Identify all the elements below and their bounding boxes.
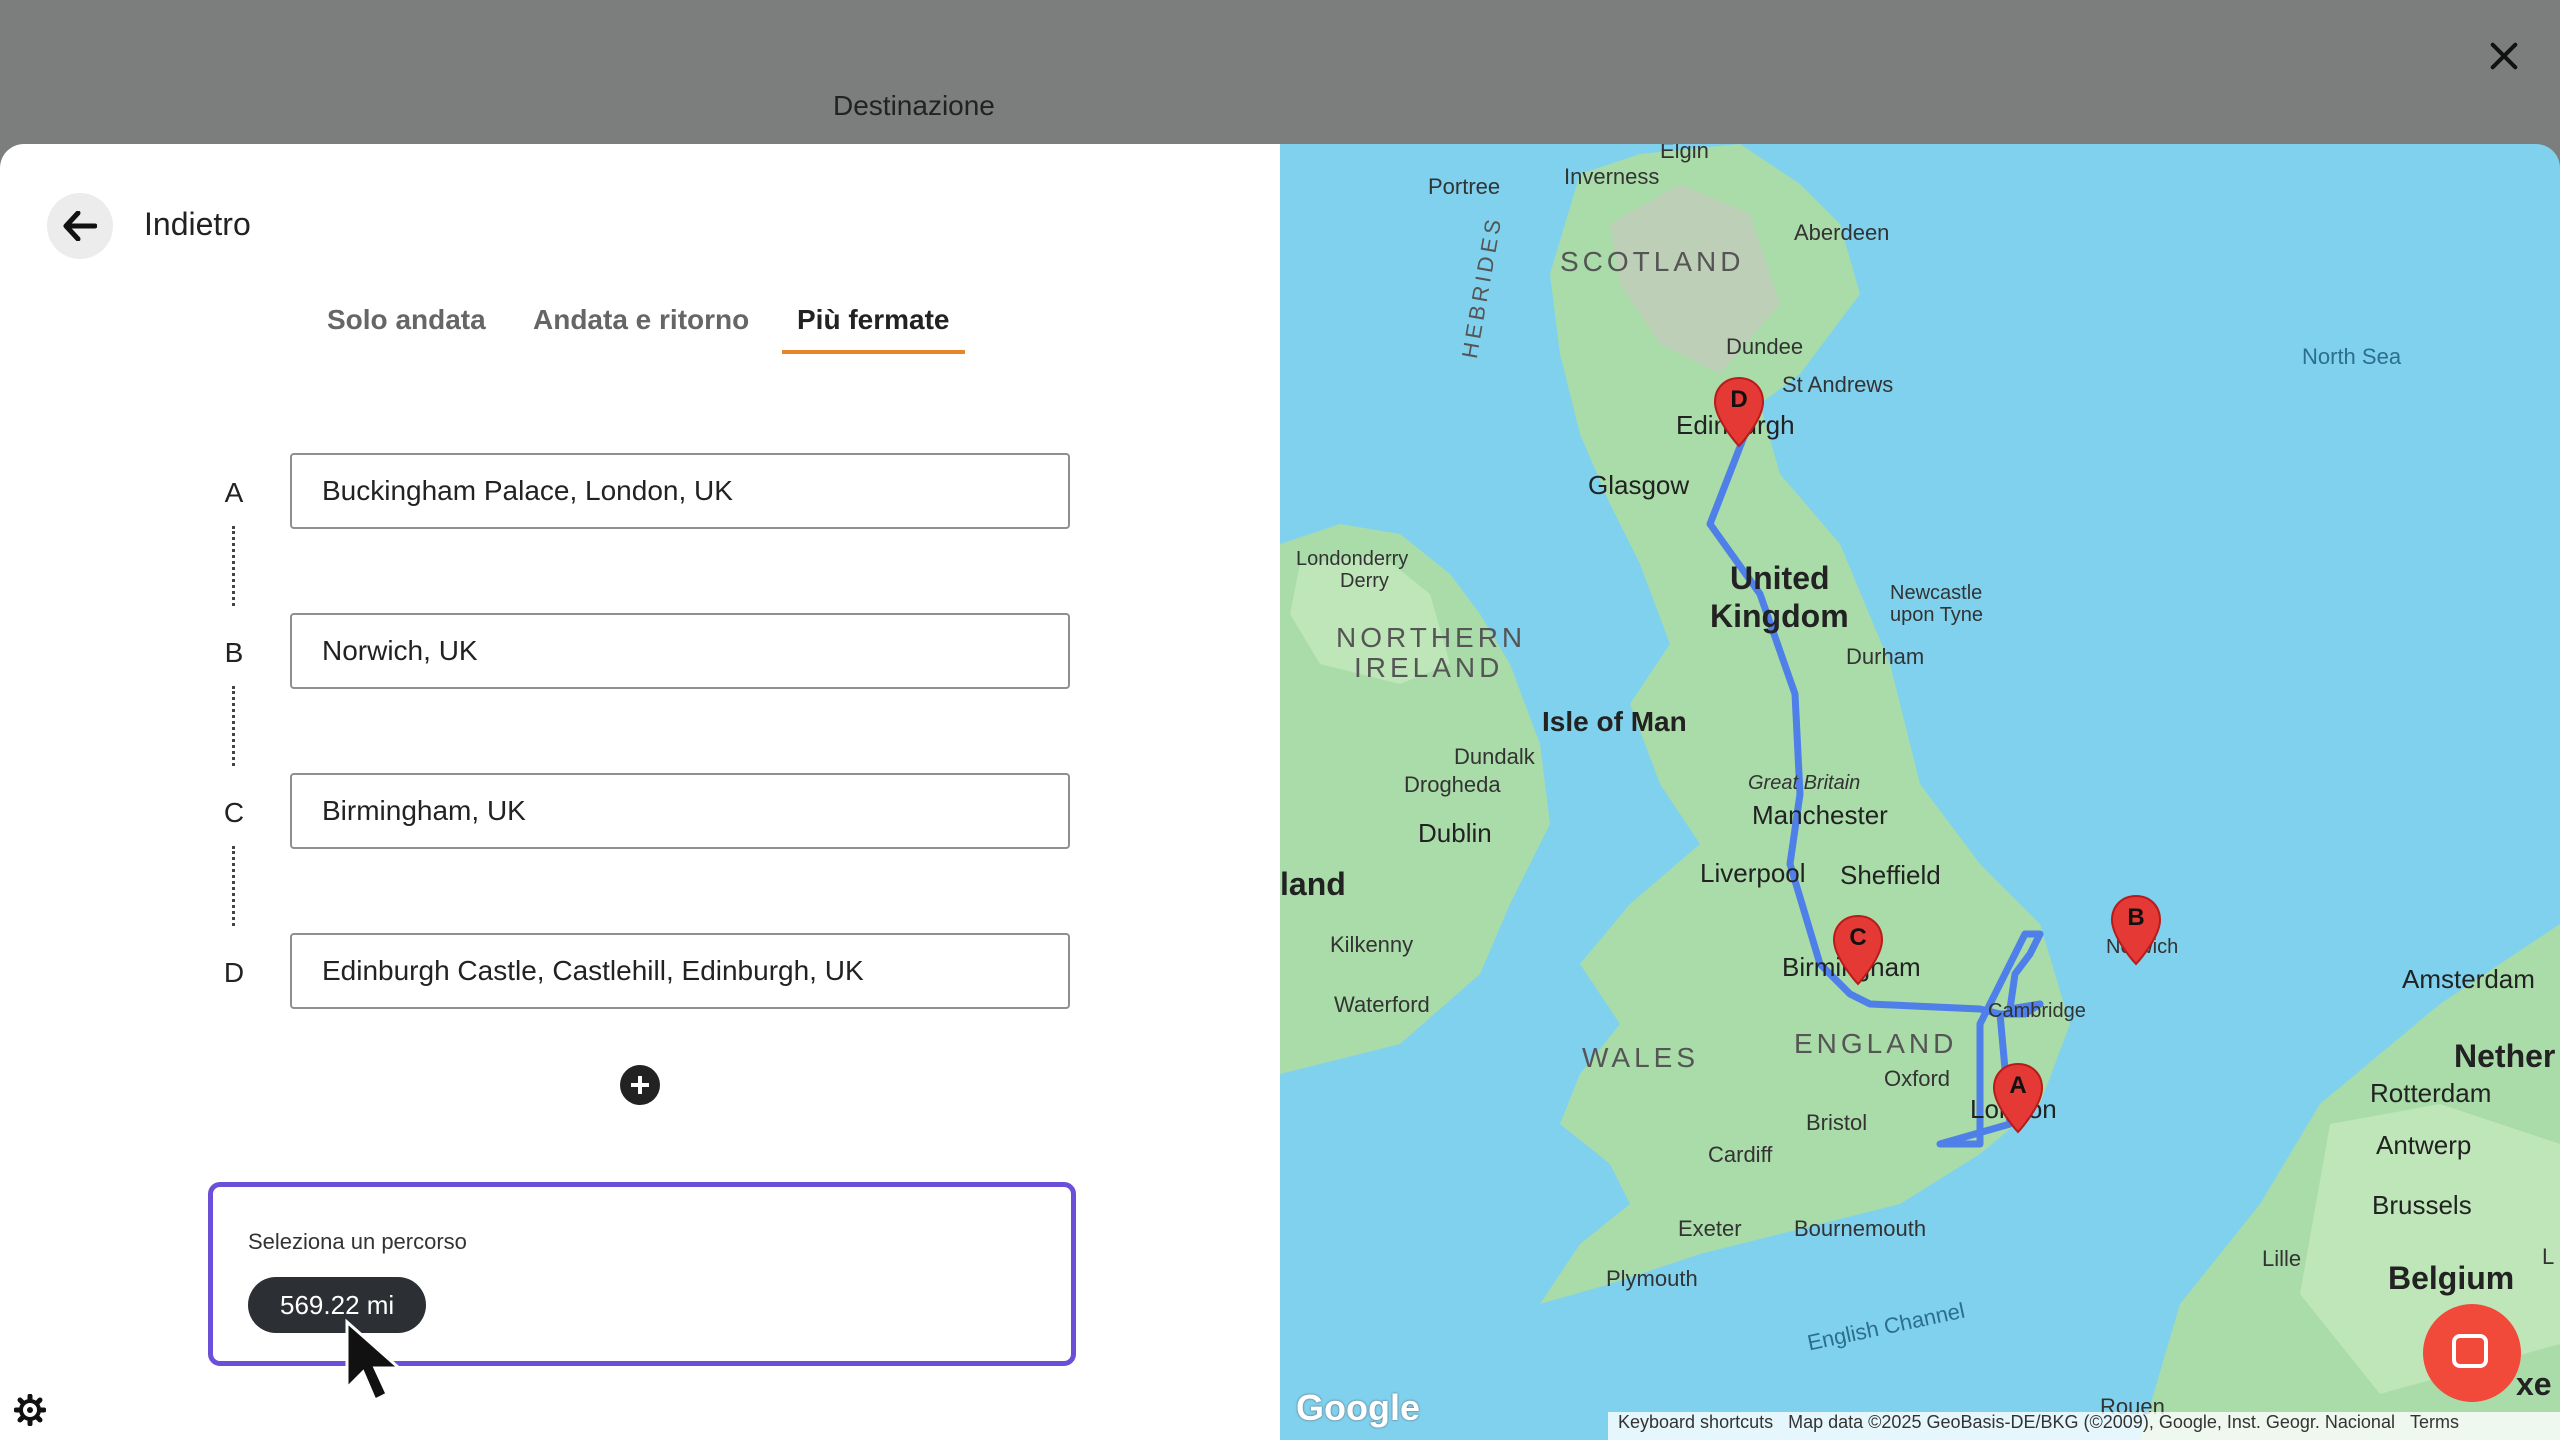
- map-label: xe: [2516, 1366, 2552, 1402]
- modal-header: Destinazione: [0, 0, 2560, 144]
- tab-multi-stop[interactable]: Più fermate: [782, 304, 965, 354]
- stop-letter-a: A: [224, 477, 244, 508]
- map-label: Cambridge: [1988, 1000, 2086, 1022]
- map-label: SCOTLAND: [1560, 246, 1745, 277]
- marker-label: B: [2127, 904, 2145, 931]
- map-label: Glasgow: [1588, 470, 1690, 500]
- map-label: Londonderry: [1296, 548, 1409, 570]
- stop-connector: [232, 526, 235, 606]
- map-marker-a[interactable]: A: [1992, 1062, 2044, 1134]
- map-label: St Andrews: [1782, 372, 1894, 397]
- map-label: Brussels: [2372, 1190, 2472, 1220]
- map-label: Elgin: [1660, 144, 1709, 163]
- map-label: Lille: [2262, 1246, 2302, 1271]
- map-label: Exeter: [1678, 1216, 1742, 1241]
- tab-one-way[interactable]: Solo andata: [312, 304, 501, 350]
- map-attribution: Keyboard shortcuts Map data ©2025 GeoBas…: [1608, 1412, 2560, 1440]
- stop-connector: [232, 846, 235, 926]
- map-marker-d[interactable]: D: [1713, 376, 1765, 448]
- map-label: Great Britain: [1748, 772, 1861, 794]
- marker-label: D: [1730, 386, 1748, 413]
- route-selection-box: Seleziona un percorso 569.22 mi: [208, 1182, 1076, 1366]
- map-label: Oxford: [1884, 1066, 1951, 1091]
- map-label: Isle of Man: [1542, 706, 1687, 737]
- stop-d-input[interactable]: [290, 933, 1070, 1009]
- arrow-left-icon: [63, 211, 97, 241]
- map-label: upon Tyne: [1890, 604, 1984, 626]
- back-button[interactable]: [47, 193, 113, 259]
- route-map[interactable]: Elgin Portree Inverness Aberdeen SCOTLAN…: [1280, 144, 2560, 1440]
- stop-letter-c: C: [223, 797, 245, 828]
- map-label: Dundalk: [1454, 744, 1535, 769]
- route-form-panel: Indietro Solo andata Andata e ritorno Pi…: [0, 144, 1280, 1440]
- stop-a-input[interactable]: [290, 453, 1070, 529]
- stop-connector: [232, 686, 235, 766]
- map-label: Kilkenny: [1330, 932, 1414, 957]
- map-label: land: [1280, 866, 1346, 902]
- close-button[interactable]: [2484, 36, 2524, 76]
- map-label: Aberdeen: [1794, 220, 1890, 245]
- map-marker-c[interactable]: C: [1832, 914, 1884, 986]
- map-label: Rotterdam: [2370, 1078, 2492, 1108]
- map-label: Bristol: [1806, 1110, 1868, 1135]
- map-label: Inverness: [1564, 164, 1660, 189]
- stop-c-input[interactable]: [290, 773, 1070, 849]
- page-title: Destinazione: [833, 90, 995, 121]
- map-label: Newcastle: [1890, 582, 1983, 604]
- map-label: ENGLAND: [1794, 1028, 1958, 1059]
- stop-letter-b: B: [224, 637, 244, 668]
- map-label: Derry: [1340, 570, 1389, 592]
- map-label: WALES: [1582, 1042, 1699, 1073]
- back-label: Indietro: [144, 206, 251, 242]
- tab-round-trip[interactable]: Andata e ritorno: [518, 304, 764, 350]
- map-label: Portree: [1428, 174, 1501, 199]
- keyboard-shortcuts-link[interactable]: Keyboard shortcuts: [1618, 1412, 1773, 1432]
- gear-icon[interactable]: [14, 1394, 46, 1426]
- map-label: Nether: [2454, 1038, 2556, 1074]
- map-label: Belgium: [2388, 1260, 2515, 1296]
- terms-link[interactable]: Terms: [2410, 1412, 2459, 1432]
- map-label: L: [2542, 1244, 2555, 1269]
- map-label: Plymouth: [1606, 1266, 1698, 1291]
- map-label: Bournemouth: [1794, 1216, 1927, 1241]
- add-stop-button[interactable]: [620, 1065, 660, 1105]
- map-label: Durham: [1846, 644, 1925, 669]
- map-label: Dublin: [1418, 818, 1492, 848]
- map-label: NORTHERN: [1336, 622, 1527, 653]
- map-label: United: [1730, 560, 1830, 596]
- map-label: Cardiff: [1708, 1142, 1773, 1167]
- google-logo: Google: [1296, 1387, 1420, 1428]
- map-label: Amsterdam: [2402, 964, 2535, 994]
- stop-letter-d: D: [223, 957, 245, 988]
- map-label: Liverpool: [1700, 858, 1806, 888]
- map-data-text: Map data ©2025 GeoBasis-DE/BKG (©2009), …: [1788, 1412, 2395, 1432]
- mouse-cursor-icon: [345, 1318, 403, 1403]
- map-label: North Sea: [2302, 344, 2402, 369]
- stop-b-input[interactable]: [290, 613, 1070, 689]
- marker-label: A: [2009, 1072, 2027, 1099]
- chat-button[interactable]: [2423, 1304, 2521, 1402]
- map-label: Drogheda: [1404, 772, 1501, 797]
- map-label: Dundee: [1726, 334, 1804, 359]
- map-label: Antwerp: [2376, 1130, 2472, 1160]
- map-label: Manchester: [1752, 800, 1888, 830]
- map-label: IRELAND: [1354, 652, 1504, 683]
- map-marker-b[interactable]: B: [2110, 894, 2162, 966]
- marker-label: C: [1849, 924, 1867, 951]
- map-label: Sheffield: [1840, 860, 1941, 890]
- route-label: Seleziona un percorso: [248, 1229, 467, 1254]
- map-label: Waterford: [1334, 992, 1430, 1017]
- map-label: Kingdom: [1710, 598, 1849, 634]
